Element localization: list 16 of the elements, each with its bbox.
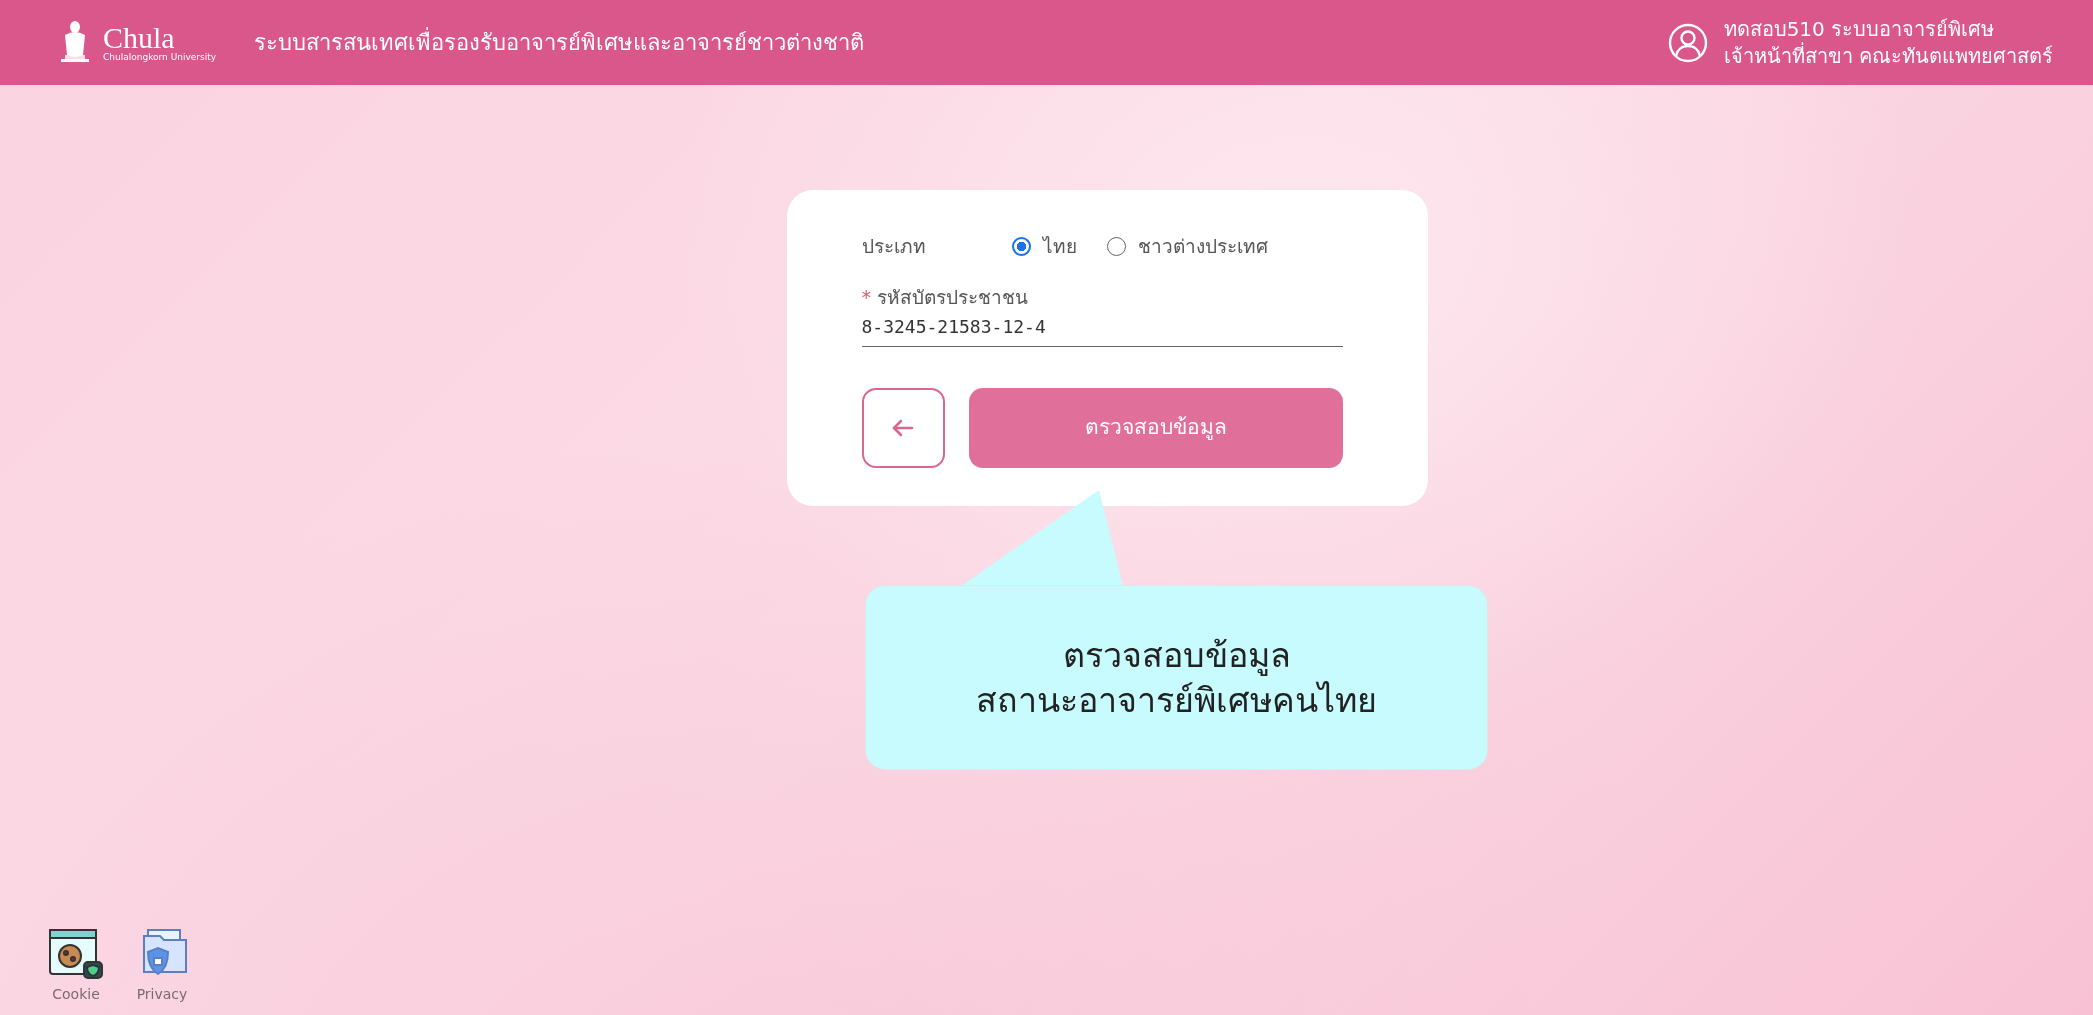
arrow-left-icon: [892, 419, 915, 437]
id-input-field[interactable]: 8-3245-21583-12-4: [861, 311, 1343, 347]
logo-wordmark: Chula: [103, 23, 175, 53]
radio-option[interactable]: ชาวต่างประเทศ: [1106, 232, 1268, 261]
id-field-label: * รหัสบัตรประชาชน: [861, 284, 1029, 310]
user-icon[interactable]: [1667, 22, 1708, 63]
user-name: ทดสอบ510 ระบบอาจารย์พิเศษ: [1723, 15, 1996, 42]
radio-option[interactable]: ไทย: [1011, 232, 1077, 261]
user-role: เจ้าหน้าที่สาขา คณะทันตแพทยศาสตร์: [1723, 42, 2053, 70]
cookie-icon: [48, 928, 104, 980]
type-label: ประเภท: [861, 234, 927, 259]
cookie-link[interactable]: Cookie: [48, 928, 104, 1005]
app-title: ระบบสารสนเทศเพื่อรองรับอาจารย์พิเศษและอาจารย์ชาวต่างชาติ: [254, 26, 865, 59]
privacy-link[interactable]: Privacy: [134, 928, 190, 1005]
back-button[interactable]: [861, 388, 946, 468]
logo-subtitle: Chulalongkorn University: [103, 53, 217, 62]
